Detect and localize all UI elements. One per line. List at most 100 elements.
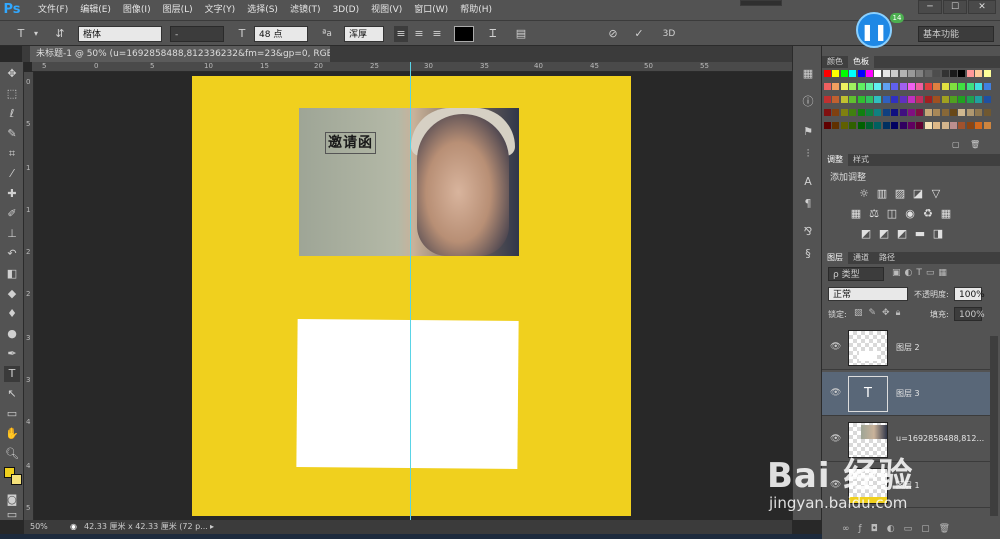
- color-swatch[interactable]: [899, 96, 907, 103]
- color-swatch[interactable]: [924, 122, 932, 129]
- color-swatch[interactable]: [916, 83, 924, 90]
- brush-presets-icon[interactable]: ⫶: [800, 146, 816, 162]
- color-swatch[interactable]: [916, 70, 924, 77]
- color-swatch[interactable]: [983, 109, 991, 116]
- color-swatch[interactable]: [983, 122, 991, 129]
- color-swatch[interactable]: [899, 70, 907, 77]
- color-swatch[interactable]: [857, 83, 865, 90]
- layer-name[interactable]: 图层 3: [896, 388, 920, 399]
- invitation-title-text[interactable]: 邀请函: [325, 132, 376, 154]
- color-swatch[interactable]: [950, 70, 957, 77]
- pen-tool-icon[interactable]: ✒: [4, 346, 20, 362]
- color-swatch[interactable]: [908, 96, 915, 103]
- color-swatch[interactable]: [933, 122, 941, 129]
- threshold-icon[interactable]: ◩: [896, 228, 908, 240]
- color-swatch[interactable]: [882, 122, 890, 129]
- color-swatch[interactable]: [941, 70, 949, 77]
- color-swatch[interactable]: [882, 109, 890, 116]
- text-orientation-icon[interactable]: ⇵: [52, 26, 68, 42]
- workspace-select[interactable]: 基本功能: [918, 26, 994, 42]
- color-swatch[interactable]: [840, 122, 848, 129]
- color-swatch[interactable]: [891, 122, 899, 129]
- lock-icons[interactable]: ▨✎✥🔒︎: [854, 308, 906, 318]
- layer-kind-filter[interactable]: ρ 类型: [828, 267, 884, 281]
- status-info-icon[interactable]: ◉: [70, 520, 80, 534]
- layer-filter-icons[interactable]: ▣◐T▭▦: [892, 268, 951, 278]
- color-swatch[interactable]: [916, 109, 924, 116]
- color-swatch[interactable]: [891, 83, 899, 90]
- color-swatch[interactable]: [958, 96, 966, 103]
- tab-paths[interactable]: 路径: [874, 252, 900, 264]
- color-swatch[interactable]: [899, 83, 907, 90]
- fill-input[interactable]: 100%: [954, 307, 985, 321]
- color-swatch[interactable]: [882, 96, 890, 103]
- color-swatch[interactable]: [916, 96, 924, 103]
- brightness-icon[interactable]: ☼: [858, 188, 870, 200]
- color-swatch[interactable]: [958, 122, 966, 129]
- gradient-tool-icon[interactable]: ◆: [4, 286, 20, 302]
- menu-view[interactable]: 视图(V): [365, 0, 408, 20]
- quick-select-tool-icon[interactable]: ✎: [4, 126, 20, 142]
- color-swatch[interactable]: [908, 109, 915, 116]
- color-swatch[interactable]: [908, 122, 915, 129]
- color-swatch[interactable]: [924, 109, 932, 116]
- zoom-tool-icon[interactable]: 🔍︎: [4, 446, 20, 462]
- path-select-icon[interactable]: ↖: [4, 386, 20, 402]
- color-swatch[interactable]: [891, 109, 899, 116]
- layer-name[interactable]: 图层 2: [896, 342, 920, 353]
- color-lookup-icon[interactable]: ▦: [940, 208, 952, 220]
- tab-layers[interactable]: 图层: [822, 252, 848, 264]
- screen-mode-icon[interactable]: ▭: [4, 509, 20, 520]
- font-size-select[interactable]: 48 点: [254, 26, 308, 42]
- color-swatch[interactable]: [975, 70, 983, 77]
- visibility-eye-icon[interactable]: 👁︎: [830, 434, 841, 444]
- font-family-select[interactable]: 楷体: [78, 26, 162, 42]
- color-swatch[interactable]: [832, 109, 840, 116]
- exposure-icon[interactable]: ◪: [912, 188, 924, 200]
- selective-color-icon[interactable]: ◨: [932, 228, 944, 240]
- color-swatch[interactable]: [966, 96, 974, 103]
- eyedropper-tool-icon[interactable]: ⁄: [4, 166, 20, 182]
- eraser-tool-icon[interactable]: ◧: [4, 266, 20, 282]
- color-swatch[interactable]: [958, 70, 966, 77]
- color-swatch[interactable]: [975, 122, 983, 129]
- status-menu-arrow-icon[interactable]: ▸: [210, 520, 214, 534]
- shape-tool-icon[interactable]: ▭: [4, 406, 20, 422]
- tab-channels[interactable]: 通道: [848, 252, 874, 264]
- black-white-icon[interactable]: ◫: [886, 208, 898, 220]
- color-swatch[interactable]: [975, 96, 983, 103]
- vibrance-icon[interactable]: ▽: [930, 188, 942, 200]
- healing-brush-icon[interactable]: ✚: [4, 186, 20, 202]
- color-swatch[interactable]: [840, 70, 848, 77]
- titlebar-handle[interactable]: [740, 0, 782, 6]
- preset-dropdown-icon[interactable]: ▾: [32, 26, 40, 42]
- brush-panel-icon[interactable]: ⚑: [800, 124, 816, 140]
- color-swatch[interactable]: [950, 122, 957, 129]
- blur-tool-icon[interactable]: ♦: [4, 306, 20, 322]
- text-color-swatch[interactable]: [454, 26, 474, 42]
- color-swatch[interactable]: [840, 109, 848, 116]
- new-swatch-icon[interactable]: ▢: [952, 140, 960, 149]
- color-swatch[interactable]: [866, 83, 873, 90]
- color-swatch[interactable]: [874, 70, 882, 77]
- color-swatch[interactable]: [916, 122, 924, 129]
- color-swatch[interactable]: [924, 83, 932, 90]
- color-swatch[interactable]: [950, 96, 957, 103]
- color-swatch[interactable]: [983, 70, 991, 77]
- color-swatch[interactable]: [958, 83, 966, 90]
- crop-tool-icon[interactable]: ⌗: [4, 146, 20, 162]
- color-swatch[interactable]: [832, 70, 840, 77]
- warp-text-icon[interactable]: Ꮖ: [486, 26, 500, 42]
- color-swatch[interactable]: [966, 122, 974, 129]
- layer-row[interactable]: 👁︎ T 图层 3: [822, 372, 992, 416]
- color-swatch[interactable]: [941, 122, 949, 129]
- dodge-tool-icon[interactable]: ●: [4, 326, 20, 342]
- menu-edit[interactable]: 编辑(E): [74, 0, 117, 20]
- color-swatch[interactable]: [933, 83, 941, 90]
- color-swatch[interactable]: [840, 96, 848, 103]
- color-swatch[interactable]: [966, 109, 974, 116]
- color-swatch[interactable]: [874, 96, 882, 103]
- color-swatch[interactable]: [958, 109, 966, 116]
- color-swatch[interactable]: [891, 96, 899, 103]
- paragraph-panel-icon[interactable]: ¶: [800, 196, 816, 212]
